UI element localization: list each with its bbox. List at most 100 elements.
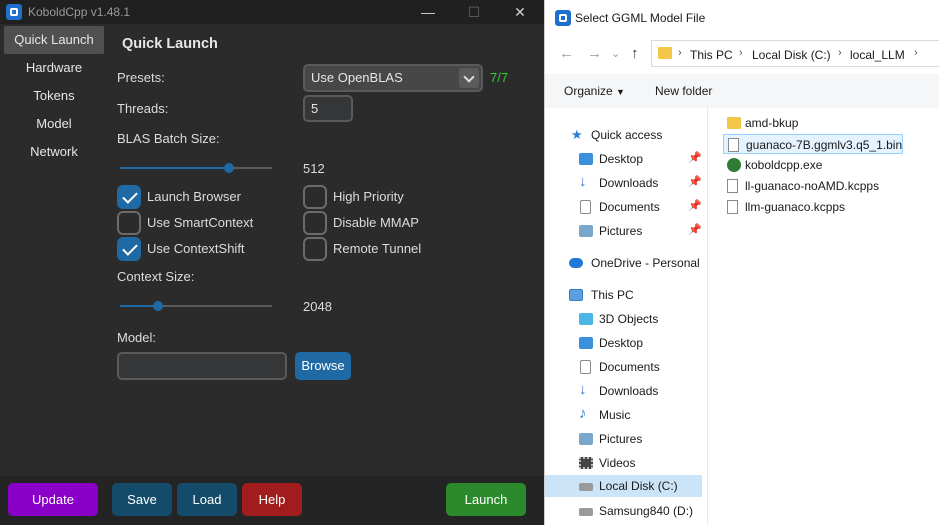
maximize-button[interactable]: ☐	[464, 2, 484, 22]
blas-batch-slider[interactable]	[120, 160, 272, 176]
blas-slider-handle[interactable]	[224, 163, 234, 173]
nav-pictures[interactable]: Pictures	[545, 428, 705, 450]
nav-pictures-pinned[interactable]: Pictures 📌	[545, 220, 705, 242]
nav-downloads-pinned[interactable]: ↓ Downloads 📌	[545, 172, 705, 194]
chevron-right-icon[interactable]: ›	[838, 47, 842, 59]
list-item-ll-guanaco-noamd[interactable]: ll-guanaco-noAMD.kcpps	[723, 176, 903, 196]
list-item-amd-bkup[interactable]: amd-bkup	[723, 113, 843, 133]
model-path-input[interactable]	[117, 352, 287, 380]
browse-button[interactable]: Browse	[295, 352, 351, 380]
launch-browser-checkbox[interactable]	[117, 185, 141, 209]
kobold-window-title: KoboldCpp v1.48.1	[28, 5, 131, 19]
nav-downloads[interactable]: ↓ Downloads	[545, 380, 705, 402]
help-button[interactable]: Help	[242, 483, 302, 516]
quick-launch-panel: Quick Launch Presets: Use OpenBLAS 7/7 T…	[106, 24, 544, 476]
nav-label: This PC	[591, 288, 634, 302]
nav-label: Quick access	[591, 128, 663, 142]
presets-label: Presets:	[117, 70, 165, 85]
file-name: guanaco-7B.ggmlv3.q5_1.bin	[746, 138, 903, 152]
high-priority-label: High Priority	[333, 189, 404, 204]
remote-tunnel-checkbox[interactable]	[303, 237, 327, 261]
nav-this-pc[interactable]: This PC	[545, 284, 705, 306]
nav-label: Music	[599, 408, 631, 422]
chevron-right-icon[interactable]: ›	[739, 47, 743, 59]
kobold-sidebar: Quick Launch Hardware Tokens Model Netwo…	[0, 24, 106, 476]
presets-dropdown[interactable]: Use OpenBLAS	[303, 64, 483, 92]
pin-icon: 📌	[688, 224, 702, 236]
chevron-down-icon[interactable]: ⌄	[611, 47, 620, 60]
blas-batch-value: 512	[303, 161, 325, 176]
list-item-guanaco-bin[interactable]: guanaco-7B.ggmlv3.q5_1.bin	[723, 134, 903, 154]
sidebar-item-quick-launch[interactable]: Quick Launch	[4, 26, 104, 54]
nav-local-disk-c[interactable]: Local Disk (C:)	[545, 475, 702, 497]
desktop-icon	[579, 337, 593, 349]
page-title: Quick Launch	[122, 36, 218, 52]
model-label: Model:	[117, 330, 157, 345]
sidebar-item-tokens[interactable]: Tokens	[4, 82, 104, 110]
nav-3d-objects[interactable]: 3D Objects	[545, 308, 705, 330]
address-path-box[interactable]: › This PC › Local Disk (C:) › local_LLM …	[651, 40, 939, 67]
pin-icon: 📌	[688, 176, 702, 188]
chevron-right-icon[interactable]: ›	[678, 47, 682, 59]
star-icon: ★	[571, 127, 583, 142]
nav-documents-pinned[interactable]: Documents 📌	[545, 196, 705, 218]
context-size-slider[interactable]	[120, 298, 272, 314]
pc-icon	[569, 289, 583, 301]
sidebar-item-network[interactable]: Network	[4, 138, 104, 166]
nav-desktop-pinned[interactable]: Desktop 📌	[545, 148, 705, 170]
use-contextshift-checkbox[interactable]	[117, 237, 141, 261]
high-priority-checkbox[interactable]	[303, 185, 327, 209]
organize-label: Organize	[564, 84, 613, 98]
threads-label: Threads:	[117, 101, 169, 116]
update-button[interactable]: Update	[8, 483, 98, 516]
documents-icon	[580, 360, 591, 374]
context-slider-handle[interactable]	[153, 301, 163, 311]
disable-mmap-checkbox[interactable]	[303, 211, 327, 235]
nav-onedrive[interactable]: OneDrive - Personal	[545, 252, 705, 274]
breadcrumb-local-llm[interactable]: local_LLM	[850, 48, 905, 62]
threads-input[interactable]: 5	[303, 95, 353, 122]
cloud-icon	[569, 258, 583, 268]
close-button[interactable]: ✕	[510, 2, 530, 22]
list-item-koboldcpp-exe[interactable]: koboldcpp.exe	[723, 155, 843, 175]
nav-label: Documents	[599, 200, 660, 214]
folder-icon	[727, 117, 741, 129]
drive-icon	[579, 508, 593, 516]
threads-value: 5	[311, 101, 319, 116]
organize-button[interactable]: Organize ▼	[564, 84, 625, 98]
use-smartcontext-label: Use SmartContext	[147, 215, 254, 230]
file-icon	[727, 179, 738, 193]
nav-documents[interactable]: Documents	[545, 356, 705, 378]
sidebar-item-model[interactable]: Model	[4, 110, 104, 138]
nav-label: 3D Objects	[599, 312, 659, 326]
dialog-toolbar: Organize ▼ New folder	[545, 74, 939, 108]
nav-quick-access[interactable]: ★ Quick access	[545, 124, 705, 146]
save-button[interactable]: Save	[112, 483, 172, 516]
nav-samsung840-d[interactable]: Samsung840 (D:)	[545, 500, 705, 522]
new-folder-button[interactable]: New folder	[655, 84, 712, 98]
load-button[interactable]: Load	[177, 483, 237, 516]
cube-icon	[579, 313, 593, 325]
app-icon	[6, 4, 22, 20]
chevron-right-icon[interactable]: ›	[914, 47, 918, 59]
dialog-title: Select GGML Model File	[575, 11, 706, 25]
file-list: amd-bkup guanaco-7B.ggmlv3.q5_1.bin kobo…	[707, 108, 939, 525]
use-smartcontext-checkbox[interactable]	[117, 211, 141, 235]
nav-label: Local Disk (C:)	[599, 479, 678, 493]
list-item-llm-guanaco[interactable]: llm-guanaco.kcpps	[723, 197, 863, 217]
launch-button[interactable]: Launch	[446, 483, 526, 516]
sidebar-item-hardware[interactable]: Hardware	[4, 54, 104, 82]
nav-music[interactable]: ♪ Music	[545, 404, 705, 426]
breadcrumb-local-disk[interactable]: Local Disk (C:)	[752, 48, 831, 62]
back-arrow-icon[interactable]: ←	[559, 45, 574, 62]
minimize-button[interactable]: —	[418, 2, 438, 22]
navigation-pane: ★ Quick access Desktop 📌 ↓ Downloads 📌 D…	[545, 108, 707, 525]
caret-down-icon: ▼	[616, 87, 625, 97]
breadcrumb-this-pc[interactable]: This PC	[690, 48, 733, 62]
forward-arrow-icon[interactable]: →	[587, 45, 602, 62]
nav-desktop[interactable]: Desktop	[545, 332, 705, 354]
up-arrow-icon[interactable]: ↑	[631, 45, 639, 62]
chevron-down-icon[interactable]	[459, 68, 479, 88]
nav-videos[interactable]: Videos	[545, 452, 705, 474]
file-name: llm-guanaco.kcpps	[745, 200, 846, 214]
